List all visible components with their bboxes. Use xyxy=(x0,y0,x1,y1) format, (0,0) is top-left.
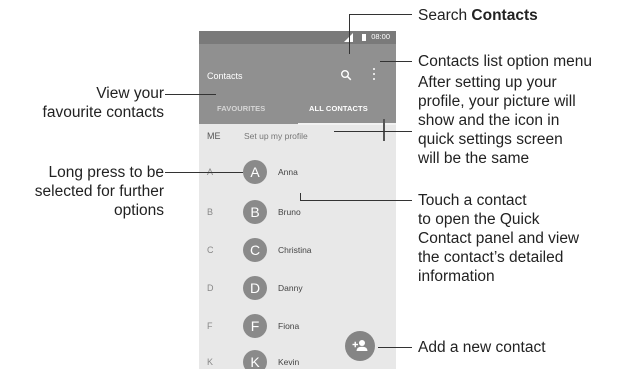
app-title: Contacts xyxy=(207,71,243,81)
status-bar: 08:00 xyxy=(199,31,396,44)
profile-annotation: After setting up your profile, your pict… xyxy=(418,74,576,167)
section-letter: F xyxy=(207,321,213,331)
tab-all-contacts[interactable]: ALL CONTACTS xyxy=(309,104,368,113)
tab-favourites[interactable]: FAVOURITES xyxy=(217,104,265,113)
avatar[interactable]: D xyxy=(243,276,267,300)
section-letter: D xyxy=(207,283,214,293)
overflow-menu-icon[interactable] xyxy=(372,68,376,82)
setup-profile-text: Set up my profile xyxy=(244,131,308,141)
avatar[interactable]: A xyxy=(243,160,267,184)
contact-name: Christina xyxy=(278,245,312,255)
section-letter: K xyxy=(207,357,214,367)
options-leader-line xyxy=(380,61,412,62)
avatar[interactable]: C xyxy=(243,238,267,262)
section-letter: C xyxy=(207,245,214,255)
options-menu-annotation: Contacts list option menu xyxy=(418,53,593,70)
profile-row[interactable]: ME Set up my profile xyxy=(199,124,396,148)
contact-row[interactable]: A A Anna xyxy=(199,155,396,193)
contact-row[interactable]: D D Danny xyxy=(199,271,396,309)
touch-leader-line xyxy=(300,200,412,201)
battery-icon xyxy=(362,34,366,41)
contact-name: Anna xyxy=(278,167,298,177)
favourites-annotation: View your favourite contacts xyxy=(42,85,164,121)
app-bar: Contacts FAVOURITES ALL CONTACTS xyxy=(199,44,396,125)
search-icon[interactable] xyxy=(340,69,352,81)
contact-name: Fiona xyxy=(278,321,300,331)
section-letter: B xyxy=(207,207,214,217)
long-press-leader-line xyxy=(165,172,243,173)
search-annotation: Search Contacts xyxy=(418,7,538,24)
favourites-leader-line xyxy=(165,94,216,95)
contact-name: Bruno xyxy=(278,207,301,217)
contact-name: Danny xyxy=(278,283,303,293)
add-contact-leader-line xyxy=(378,347,412,348)
avatar[interactable]: K xyxy=(243,350,267,369)
search-leader-line xyxy=(349,14,412,15)
avatar[interactable]: B xyxy=(243,200,267,224)
profile-leader-line xyxy=(334,131,412,132)
search-leader-drop xyxy=(349,14,350,54)
status-time: 08:00 xyxy=(371,32,390,41)
touch-contact-annotation: Touch a contact to open the Quick Contac… xyxy=(418,192,580,285)
touch-leader-drop xyxy=(300,193,301,201)
me-label: ME xyxy=(207,131,221,141)
contact-row[interactable]: C C Christina xyxy=(199,233,396,271)
add-person-icon xyxy=(352,340,368,351)
add-contact-button[interactable] xyxy=(345,331,375,361)
contact-name: Kevin xyxy=(278,357,300,367)
avatar[interactable]: F xyxy=(243,314,267,338)
long-press-annotation: Long press to be selected for further op… xyxy=(34,164,164,219)
add-contact-annotation: Add a new contact xyxy=(418,339,546,356)
